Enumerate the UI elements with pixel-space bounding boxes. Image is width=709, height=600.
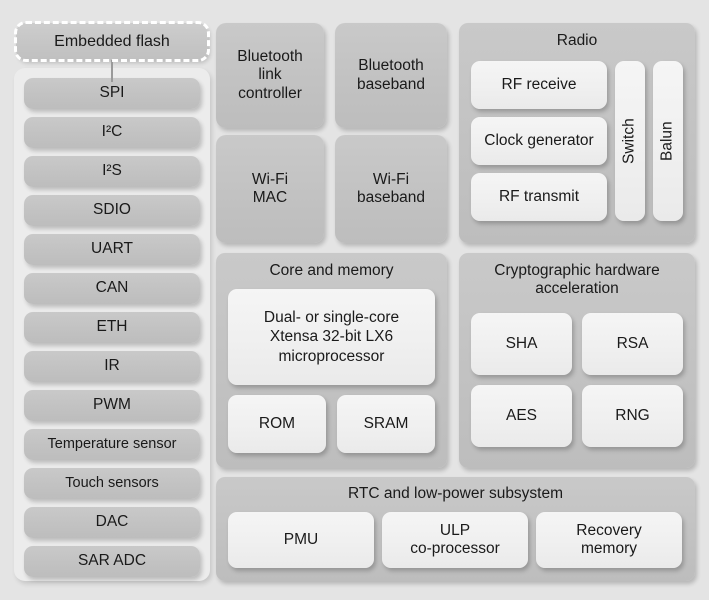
crypto-panel-title: Cryptographic hardware acceleration (494, 262, 660, 297)
radio-rf-receive[interactable]: RF receive (471, 61, 607, 109)
block-bluetooth-link-controller[interactable]: Bluetooth link controller (216, 23, 324, 128)
crypto-aes[interactable]: AES (471, 385, 572, 447)
core-and-memory-panel: Core and memory Dual- or single-core Xten… (216, 253, 447, 468)
rtc-panel-title: RTC and low-power subsystem (347, 485, 564, 502)
rtc-ulp-coprocessor[interactable]: ULP co-processor (382, 512, 528, 568)
radio-panel: Radio RF receive Clock generator RF tran… (459, 23, 695, 243)
core-rom[interactable]: ROM (228, 395, 326, 453)
block-wifi-baseband[interactable]: Wi-Fi baseband (335, 135, 447, 243)
core-sram[interactable]: SRAM (337, 395, 435, 453)
radio-clock-generator[interactable]: Clock generator (471, 117, 607, 165)
block-diagram: Embedded flash SPI I²C I²S SDIO UART CAN… (0, 0, 709, 600)
rtc-recovery-memory[interactable]: Recovery memory (536, 512, 682, 568)
peripheral-eth[interactable]: ETH (24, 312, 200, 343)
embedded-flash-label: Embedded flash (16, 23, 208, 60)
embedded-flash-block: Embedded flash (14, 21, 210, 62)
crypto-sha[interactable]: SHA (471, 313, 572, 375)
radio-balun-label: Balun (658, 121, 676, 161)
radio-switch-label: Switch (620, 118, 638, 164)
flash-to-spi-connector-line (111, 60, 113, 82)
peripheral-can[interactable]: CAN (24, 273, 200, 304)
peripheral-i2s[interactable]: I²S (24, 156, 200, 187)
rtc-pmu[interactable]: PMU (228, 512, 374, 568)
crypto-rsa[interactable]: RSA (582, 313, 683, 375)
peripheral-sar-adc[interactable]: SAR ADC (24, 546, 200, 577)
peripheral-touch-sensors[interactable]: Touch sensors (24, 468, 200, 499)
peripheral-temperature-sensor[interactable]: Temperature sensor (24, 429, 200, 460)
peripheral-i2c[interactable]: I²C (24, 117, 200, 148)
peripheral-pwm[interactable]: PWM (24, 390, 200, 421)
peripheral-sdio[interactable]: SDIO (24, 195, 200, 226)
crypto-panel: Cryptographic hardware acceleration SHA R… (459, 253, 695, 468)
rtc-panel: RTC and low-power subsystem PMU ULP co-pr… (216, 477, 695, 581)
core-and-memory-panel-title: Core and memory (269, 262, 394, 279)
peripheral-ir[interactable]: IR (24, 351, 200, 382)
peripherals-panel: SPI I²C I²S SDIO UART CAN ETH IR PWM Tem… (14, 68, 210, 581)
radio-rf-transmit[interactable]: RF transmit (471, 173, 607, 221)
crypto-rng[interactable]: RNG (582, 385, 683, 447)
peripheral-uart[interactable]: UART (24, 234, 200, 265)
block-bluetooth-baseband[interactable]: Bluetooth baseband (335, 23, 447, 128)
radio-balun[interactable]: Balun (653, 61, 683, 221)
core-processor[interactable]: Dual- or single-core Xtensa 32-bit LX6 mic… (228, 289, 435, 385)
radio-switch[interactable]: Switch (615, 61, 645, 221)
peripheral-dac[interactable]: DAC (24, 507, 200, 538)
peripheral-spi[interactable]: SPI (24, 78, 200, 109)
radio-panel-title: Radio (556, 32, 598, 49)
rtc-ulp-coprocessor-label: ULP co-processor (410, 521, 500, 557)
block-wifi-mac[interactable]: Wi-Fi MAC (216, 135, 324, 243)
